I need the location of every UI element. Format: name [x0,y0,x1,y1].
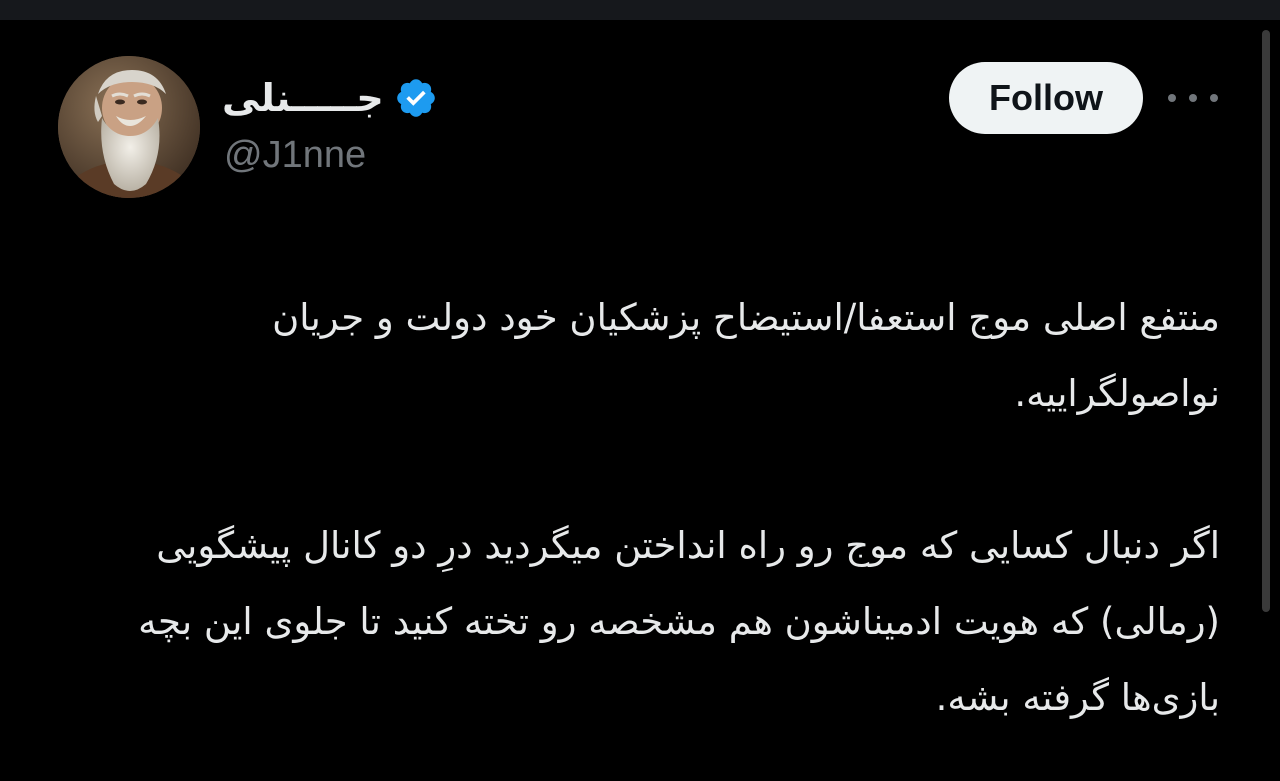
author-name-row: جـــــنلی [222,70,438,126]
more-dot [1210,94,1218,102]
more-dot [1168,94,1176,102]
tweet-paragraph-2: اگر دنبال کسایی که موج رو راه انداختن می… [138,524,1220,719]
top-strip [0,0,1280,20]
display-name[interactable]: جـــــنلی [222,76,384,120]
tweet-text: منتفع اصلی موج استعفا/استیضاح پزشکیان خو… [60,280,1220,736]
more-horizontal-icon[interactable] [1168,80,1218,116]
bearded-old-man-portrait-icon [58,56,200,198]
avatar[interactable] [58,56,200,198]
tweet-paragraph-1: منتفع اصلی موج استعفا/استیضاح پزشکیان خو… [272,296,1220,415]
follow-button[interactable]: Follow [949,62,1143,134]
author-handle[interactable]: @J1nne [224,134,366,177]
scrollbar[interactable] [1262,30,1270,612]
more-dot [1189,94,1197,102]
verified-badge-icon[interactable] [394,76,438,120]
